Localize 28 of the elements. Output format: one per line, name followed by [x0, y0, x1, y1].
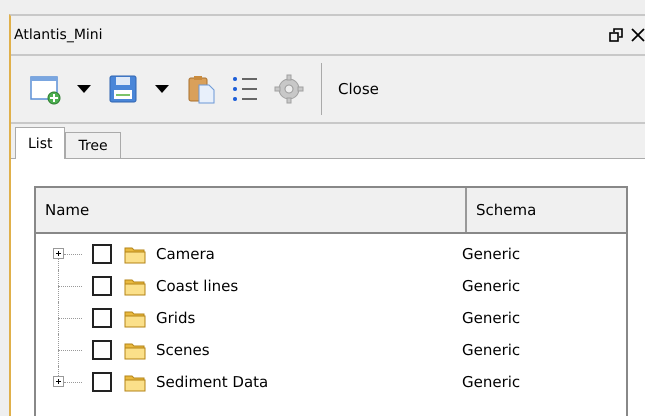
restore-icon[interactable]	[609, 28, 623, 42]
checkbox[interactable]	[92, 276, 112, 296]
tab[interactable]: Tree	[65, 132, 121, 158]
window-title: Atlantis_Mini	[14, 27, 103, 43]
schema-cell-text: Generic	[461, 245, 522, 263]
save-icon[interactable]	[107, 73, 139, 105]
item-name[interactable]: Coast lines	[156, 277, 238, 295]
column-header[interactable]: Name	[36, 188, 467, 232]
expand-icon[interactable]	[53, 248, 64, 259]
caret-icon[interactable]	[155, 85, 169, 93]
expand-icon[interactable]	[53, 376, 64, 387]
close-button[interactable]: Close	[338, 80, 379, 98]
schema-cell-text: Generic	[461, 277, 522, 295]
column-header[interactable]: Schema	[467, 188, 626, 232]
item-name[interactable]: Grids	[156, 309, 196, 327]
checkbox[interactable]	[92, 308, 112, 328]
item-name[interactable]: Sediment Data	[156, 373, 268, 391]
schema-cell-text: Generic	[461, 309, 522, 327]
tab[interactable]: List	[15, 127, 66, 159]
close-icon[interactable]	[631, 28, 645, 42]
caret-icon[interactable]	[77, 85, 91, 93]
checkbox[interactable]	[92, 372, 112, 392]
schema-cell-text: Generic	[461, 373, 522, 391]
checkbox[interactable]	[92, 244, 112, 264]
item-name[interactable]: Scenes	[156, 341, 210, 359]
item-name[interactable]: Camera	[156, 245, 215, 263]
schema-cell-text: Generic	[461, 341, 522, 359]
checkbox[interactable]	[92, 340, 112, 360]
